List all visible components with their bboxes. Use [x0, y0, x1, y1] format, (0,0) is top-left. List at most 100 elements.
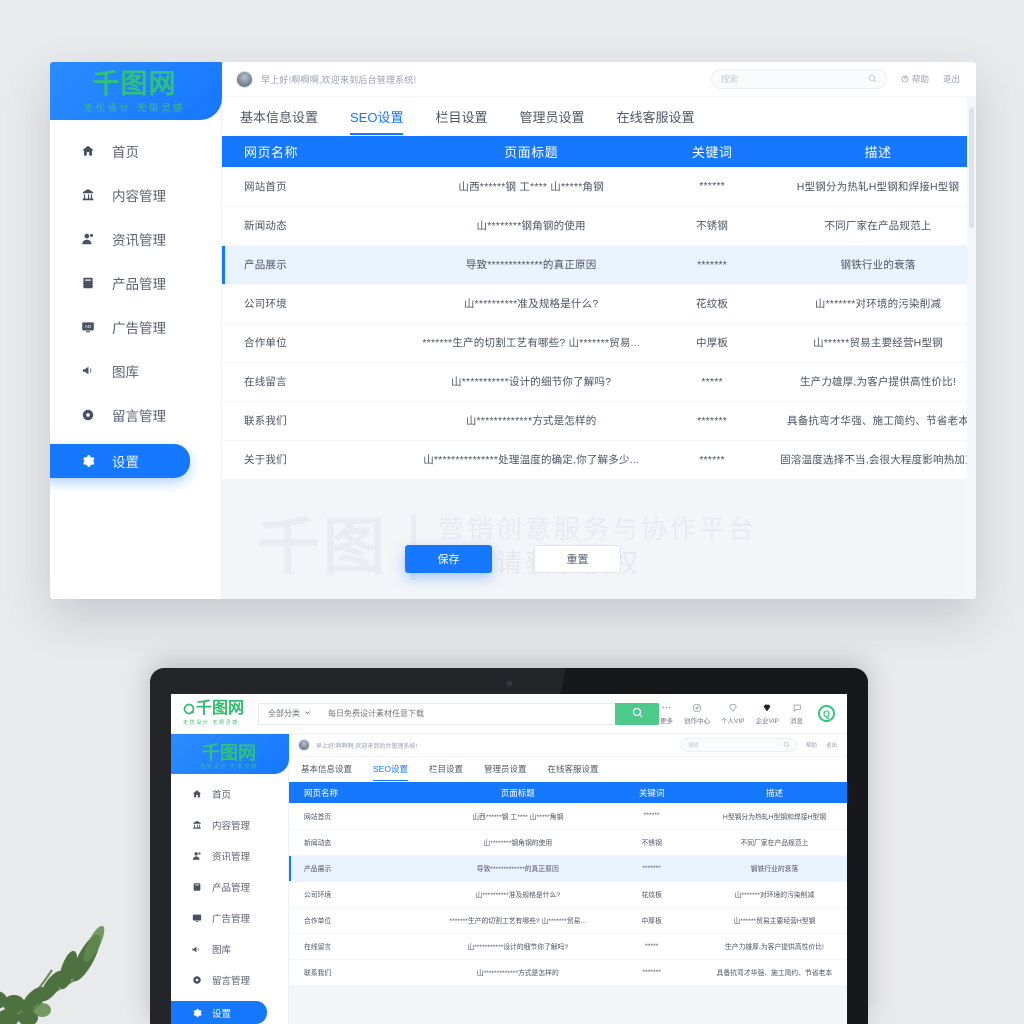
- record-icon: [78, 408, 98, 422]
- laptop-sidebar-item-content[interactable]: 内容管理: [171, 815, 288, 835]
- chevron-down-icon: [304, 709, 311, 718]
- sidebar-item-news[interactable]: 资讯管理: [50, 224, 221, 253]
- sidebar-item-ads[interactable]: AD 广告管理: [50, 312, 221, 341]
- nav-creation-center[interactable]: 创作中心: [684, 703, 710, 725]
- sidebar-item-home[interactable]: 首页: [50, 136, 221, 165]
- tab-online-service[interactable]: 在线客服设置: [548, 758, 599, 781]
- search-placeholder: 搜索: [720, 74, 738, 84]
- laptop-sidebar-item-messages[interactable]: 留言管理: [171, 970, 288, 990]
- tab-basic-info[interactable]: 基本信息设置: [301, 758, 352, 781]
- cell-keyword: *****: [644, 362, 780, 402]
- cell-page-name: 网站首页: [289, 803, 435, 830]
- cell-page-title: 山********钢角钢的使用: [418, 206, 645, 246]
- table-row[interactable]: 网站首页 山西******钢 工**** 山*****角钢 ****** H型钢…: [222, 167, 976, 207]
- cell-description: 具备抗弯才华强、施工简约、节省老本: [779, 401, 976, 441]
- admin-topbar: 早上好!啊啊啊,欢迎来到后台管理系统! 搜索 帮助 退出: [222, 62, 976, 96]
- vertical-scrollbar[interactable]: [967, 96, 976, 599]
- tab-admins[interactable]: 管理员设置: [484, 758, 527, 781]
- sidebar-item-settings[interactable]: 设置: [50, 444, 190, 478]
- table-row[interactable]: 合作单位 *******生产的切割工艺有哪些? 山*******贸易... 中厚…: [289, 907, 847, 934]
- tab-admins[interactable]: 管理员设置: [520, 99, 585, 135]
- scrollbar-thumb[interactable]: [969, 108, 974, 228]
- table-row[interactable]: 产品展示 导致*************的真正原因 ******* 钢铁行业的衰…: [289, 855, 847, 882]
- message-icon: [792, 703, 802, 713]
- category-label: 全部分类: [268, 709, 301, 718]
- sidebar-item-messages[interactable]: 留言管理: [50, 400, 221, 429]
- table-row[interactable]: 在线留言 山***********设计的细节你了解吗? ***** 生产力雄厚,…: [289, 933, 847, 960]
- laptop-sidebar-item-label: 留言管理: [212, 976, 251, 987]
- cell-page-title: *******生产的切割工艺有哪些? 山*******贸易...: [434, 907, 602, 934]
- laptop-sidebar-item-gallery[interactable]: 图库: [171, 939, 288, 959]
- table-row[interactable]: 关于我们 山***************处理温度的确定,你了解多少... **…: [222, 440, 976, 480]
- site-logo-label: 千图网: [196, 700, 245, 717]
- table-row[interactable]: 网站首页 山西******钢 工**** 山*****角钢 ****** H型钢…: [289, 803, 847, 830]
- laptop-admin-topbar: 早上好!啊啊啊,欢迎来到后台管理系统! 搜索 帮助 退出: [289, 734, 847, 756]
- table-header: 网页名称 页面标题 关键词 描述: [222, 136, 976, 167]
- cell-page-name: 公司环境: [289, 881, 435, 908]
- table-row[interactable]: 合作单位 *******生产的切割工艺有哪些? 山*******贸易... 中厚…: [222, 323, 976, 363]
- table-row[interactable]: 公司环境 山**********准及规格是什么? 花纹板 山*******对环境…: [222, 284, 976, 324]
- sidebar-item-label: 图库: [112, 364, 139, 380]
- cell-page-title: 山**********准及规格是什么?: [418, 284, 645, 324]
- sidebar-item-product[interactable]: 产品管理: [50, 268, 221, 297]
- nav-enterprise-vip[interactable]: 企业VIP: [756, 703, 779, 725]
- cell-page-title: 山西******钢 工**** 山*****角钢: [418, 167, 645, 207]
- svg-text:AD: AD: [85, 324, 92, 329]
- admin-logo: 千图网 无忧设计 无限灵感: [50, 62, 222, 120]
- help-link[interactable]: 帮助: [901, 73, 929, 85]
- sidebar-item-label: 首页: [112, 144, 139, 160]
- tab-basic-info[interactable]: 基本信息设置: [240, 99, 318, 135]
- table-header: 网页名称 页面标题 关键词 描述: [289, 782, 847, 803]
- col-header-page-title: 页面标题: [418, 136, 645, 167]
- category-dropdown[interactable]: 全部分类: [258, 702, 321, 725]
- laptop-sidebar-item-product[interactable]: 产品管理: [171, 877, 288, 897]
- cell-page-title: *******生产的切割工艺有哪些? 山*******贸易...: [418, 323, 645, 363]
- nav-messages[interactable]: 消息: [790, 703, 803, 725]
- tab-columns[interactable]: 栏目设置: [429, 758, 463, 781]
- laptop-sidebar-item-home[interactable]: 首页: [171, 784, 288, 804]
- sidebar-item-content[interactable]: 内容管理: [50, 180, 221, 209]
- nav-label: 企业VIP: [755, 717, 779, 725]
- sidebar-item-gallery[interactable]: 图库: [50, 356, 221, 385]
- site-search-button[interactable]: [615, 702, 660, 725]
- cell-page-title: 山**********准及规格是什么?: [434, 881, 602, 908]
- nav-personal-vip[interactable]: 个人VIP: [721, 703, 745, 725]
- cell-page-name: 网站首页: [222, 167, 419, 207]
- avatar[interactable]: [298, 739, 310, 751]
- laptop-sidebar-item-ads[interactable]: 广告管理: [171, 908, 288, 928]
- table-row[interactable]: 公司环境 山**********准及规格是什么? 花纹板 山*******对环境…: [289, 881, 847, 908]
- col-header-keyword: 关键词: [601, 782, 702, 803]
- tab-columns[interactable]: 栏目设置: [435, 99, 487, 135]
- logout-link[interactable]: 退出: [943, 73, 960, 85]
- sidebar-item-label: 留言管理: [112, 408, 166, 424]
- laptop-sidebar-item-news[interactable]: 资讯管理: [171, 846, 288, 866]
- laptop-sidebar-item-settings[interactable]: 设置: [171, 1001, 267, 1024]
- site-logo[interactable]: 千图网 无忧设计 无限灵感: [183, 700, 245, 727]
- nav-more[interactable]: 更多: [660, 703, 673, 725]
- help-link[interactable]: 帮助: [806, 741, 817, 749]
- search-input[interactable]: 搜索: [710, 69, 887, 89]
- site-avatar[interactable]: Q: [818, 705, 835, 722]
- reset-button[interactable]: 重置: [534, 545, 621, 573]
- sidebar-item-label: 资讯管理: [112, 232, 166, 248]
- laptop-sidebar-item-label: 图库: [212, 945, 232, 956]
- search-input[interactable]: 搜索: [680, 738, 797, 752]
- avatar[interactable]: [236, 70, 253, 88]
- table-row[interactable]: 新闻动态 山********钢角钢的使用 不锈钢 不同厂家在产品规范上: [222, 206, 976, 246]
- table-row[interactable]: 联系我们 山*************方式是怎样的 ******* 具备抗弯才华…: [289, 959, 847, 986]
- laptop-lid: 千图网 无忧设计 无限灵感 全部分类 每日免费设计素材任意下载 更多 创作中心 …: [150, 668, 868, 1024]
- cell-page-name: 新闻动态: [289, 829, 435, 856]
- tab-seo[interactable]: SEO设置: [350, 99, 404, 135]
- nav-label: 消息: [790, 717, 803, 725]
- tab-online-service[interactable]: 在线客服设置: [617, 99, 695, 135]
- table-row[interactable]: 产品展示 导致*************的真正原因 ******* 钢铁行业的衰…: [222, 245, 976, 285]
- table-row[interactable]: 联系我们 山*************方式是怎样的 ******* 具备抗弯才华…: [222, 401, 976, 441]
- logout-link[interactable]: 退出: [826, 741, 837, 749]
- tab-seo[interactable]: SEO设置: [373, 758, 408, 781]
- site-search-input[interactable]: [320, 709, 616, 718]
- book-icon: [78, 276, 98, 290]
- table-row[interactable]: 在线留言 山***********设计的细节你了解吗? ***** 生产力雄厚,…: [222, 362, 976, 402]
- laptop-sidebar: 千图网 无忧设计 无限灵感 首页 内容管理 资讯管理 产品管理 广告管理 图库 …: [171, 734, 289, 1024]
- save-button[interactable]: 保存: [405, 545, 492, 573]
- table-row[interactable]: 新闻动态 山********钢角钢的使用 不锈钢 不同厂家在产品规范上: [289, 829, 847, 856]
